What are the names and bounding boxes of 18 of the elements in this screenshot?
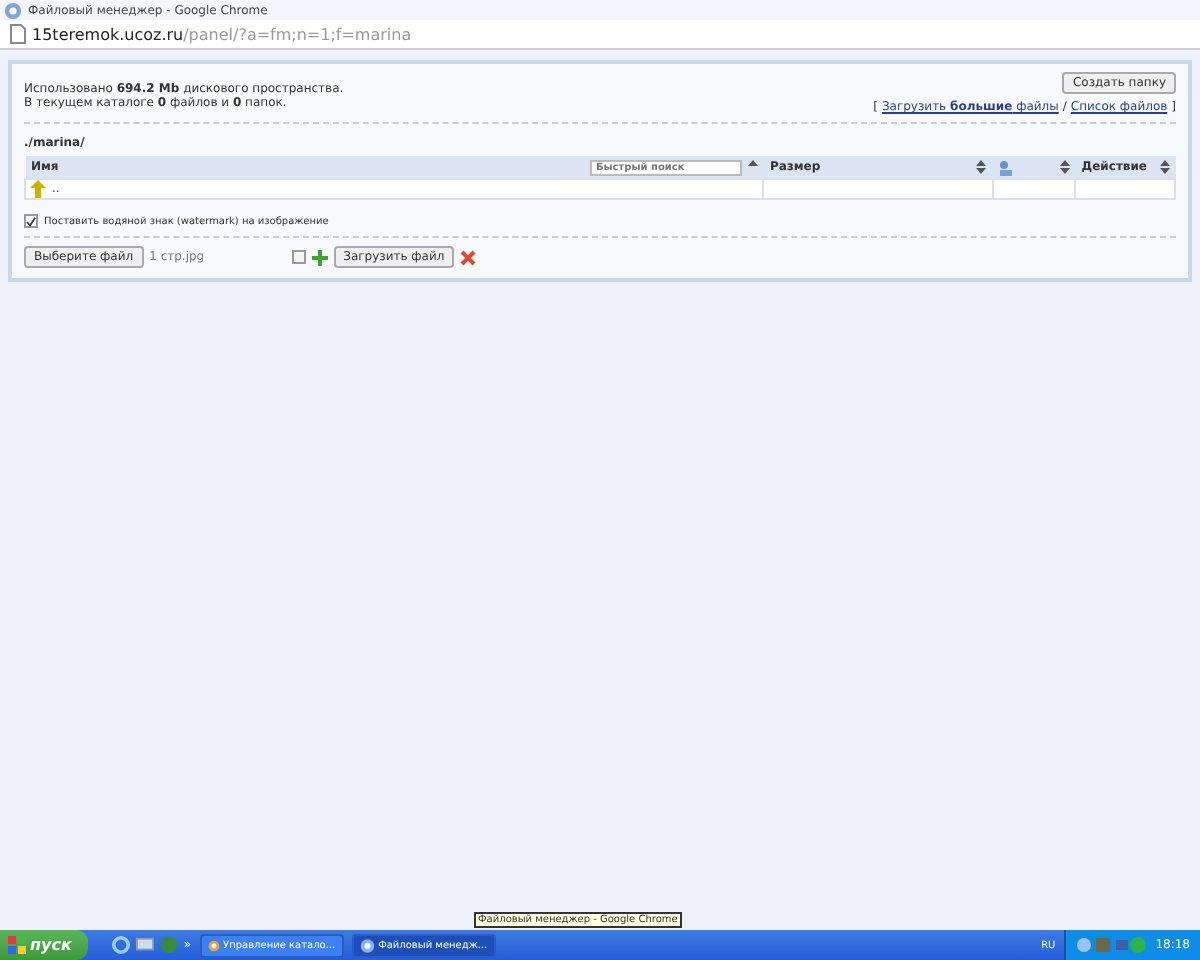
users-icon — [998, 159, 1017, 175]
browser-icon[interactable] — [111, 936, 130, 954]
sort-icon[interactable] — [1159, 160, 1169, 174]
sort-icon[interactable] — [1059, 160, 1070, 174]
desktop-icon[interactable] — [135, 936, 154, 954]
checkbox[interactable] — [291, 250, 306, 264]
add-icon[interactable] — [311, 249, 328, 265]
watermark-checkbox[interactable] — [24, 214, 38, 228]
sort-icon[interactable] — [976, 160, 987, 174]
address-bar[interactable]: 15teremok.ucoz.ru/panel/?a=fm;n=1;f=marina — [0, 20, 1200, 50]
tray-icons-drawing[interactable] — [1075, 936, 1148, 954]
browser-logo-icon — [207, 937, 220, 953]
browser-logo-icon — [359, 937, 375, 953]
up-arrow-icon[interactable] — [30, 180, 46, 198]
windows-logo-icon — [8, 936, 26, 954]
page-icon — [10, 24, 26, 44]
close-icon[interactable] — [460, 249, 477, 265]
url-text: 15teremok.ucoz.ru/panel/?a=fm;n=1;f=marina — [32, 25, 412, 43]
